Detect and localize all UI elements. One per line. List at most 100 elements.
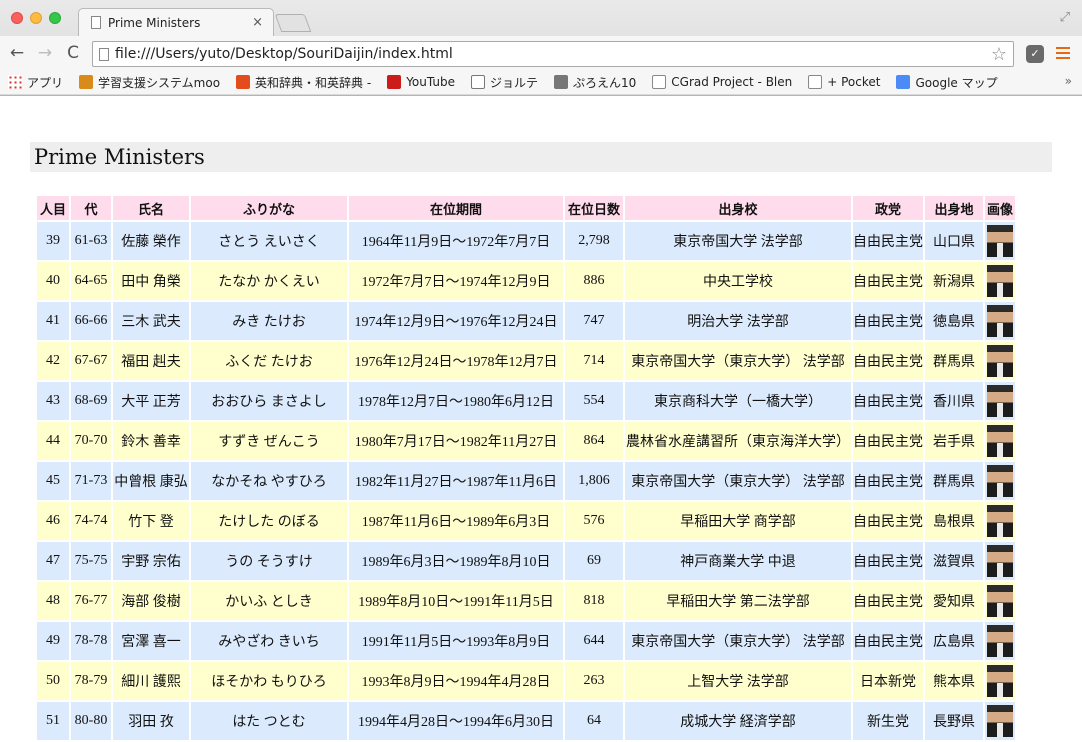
cell-party: 日本新党 [853,662,923,700]
apps-icon [8,75,22,89]
cell-days: 263 [565,662,623,700]
portrait-photo [987,625,1013,657]
cell-index: 48 [37,582,69,620]
cell-image [985,462,1015,500]
portrait-photo [987,585,1013,617]
cell-days: 886 [565,262,623,300]
cell-name: 三木 武夫 [113,302,189,340]
cell-index: 43 [37,382,69,420]
cell-birthplace: 香川県 [925,382,983,420]
header-col-school: 出身校 [625,196,851,220]
table-row: 49 78-78 宮澤 喜一 みやざわ きいち 1991年11月5日〜1993年8月9日… [37,622,1015,660]
table-row: 44 70-70 鈴木 善幸 すずき ぜんこう 1980年7月17日〜1982年11月2… [37,422,1015,460]
cell-image [985,702,1015,740]
minimize-window-button[interactable] [30,12,42,24]
tab-close-icon[interactable]: × [252,15,263,30]
cell-furigana: すずき ぜんこう [191,422,347,460]
cell-index: 47 [37,542,69,580]
forward-button[interactable]: → [34,43,56,63]
document-icon [652,75,667,89]
table-row: 46 74-74 竹下 登たけした のぼる 1987年11月6日〜1989年6月3日 5… [37,502,1015,540]
cell-school: 東京帝国大学（東京大学） 法学部 [625,462,851,500]
bookmark-item[interactable]: アプリ [8,74,63,91]
header-col-index: 人目 [37,196,69,220]
new-tab-button[interactable] [274,14,312,32]
table-row: 45 71-73 中曾根 康弘 なかそね やすひろ 1982年11月27日〜1987年1… [37,462,1015,500]
cell-term: 78-78 [71,622,111,660]
table-header-row: 人目代氏名 ふりがな 在位期間 在位日数 出身校 政党 出身地 画像 [37,196,1015,220]
moodle-icon [79,75,94,89]
cell-period: 1993年8月9日〜1994年4月28日 [349,662,563,700]
cell-birthplace: 長野県 [925,702,983,740]
portrait-photo [987,425,1013,457]
bookmark-label: CGrad Project - Blen [671,75,793,89]
bookmark-item[interactable]: CGrad Project - Blen [652,75,792,89]
header-col-furigana: ふりがな [191,196,347,220]
bookmarks-overflow-button[interactable]: » [1065,74,1072,88]
prime-ministers-table: 人目代氏名 ふりがな 在位期間 在位日数 出身校 政党 出身地 画像 39 61-63 佐藤 榮作… [35,194,1017,742]
cell-furigana: ほそかわ もりひろ [191,662,347,700]
cell-birthplace: 新潟県 [925,262,983,300]
header-col-birthplace: 出身地 [925,196,983,220]
cell-term: 71-73 [71,462,111,500]
cell-party: 自由民主党 [853,342,923,380]
cell-party: 新生党 [853,702,923,740]
tab-prime-ministers[interactable]: Prime Ministers × [78,8,274,36]
cell-party: 自由民主党 [853,422,923,460]
cell-term: 64-65 [71,262,111,300]
navigation-toolbar: ← → C file:///Users/yuto/Desktop/SouriDa… [0,36,1082,70]
cell-furigana: うの そうすけ [191,542,347,580]
bookmark-star-icon[interactable]: ☆ [991,44,1007,65]
cell-days: 864 [565,422,623,460]
cell-school: 成城大学 経済学部 [625,702,851,740]
cell-term: 80-80 [71,702,111,740]
bookmark-item[interactable]: Google マップ [896,74,998,91]
address-bar[interactable]: file:///Users/yuto/Desktop/SouriDaijin/i… [92,41,1014,67]
back-button[interactable]: ← [6,43,28,63]
reload-button[interactable]: C [62,43,84,63]
cell-image [985,622,1015,660]
bookmark-item[interactable]: + Pocket [808,75,880,89]
cell-period: 1972年7月7日〜1974年12月9日 [349,262,563,300]
cell-name: 福田 赳夫 [113,342,189,380]
cell-birthplace: 島根県 [925,502,983,540]
table-row: 51 80-80 羽田 孜はた つとむ 1994年4月28日〜1994年6月30日 64… [37,702,1015,740]
cell-school: 神戸商業大学 中退 [625,542,851,580]
bookmark-item[interactable]: ジョルテ [470,74,538,91]
cell-image [985,262,1015,300]
cell-term: 75-75 [71,542,111,580]
cell-term: 67-67 [71,342,111,380]
cell-party: 自由民主党 [853,502,923,540]
cell-birthplace: 熊本県 [925,662,983,700]
bookmark-item[interactable]: YouTube [387,75,455,89]
cell-days: 1,806 [565,462,623,500]
bookmark-item[interactable]: 英和辞典・和英辞典 - [236,74,371,91]
cell-days: 644 [565,622,623,660]
cell-party: 自由民主党 [853,302,923,340]
cell-name: 佐藤 榮作 [113,222,189,260]
fullscreen-icon[interactable]: ⤢ [1060,10,1070,25]
cell-school: 東京帝国大学 法学部 [625,222,851,260]
youtube-icon [387,75,402,89]
bookmarks-bar: アプリ 学習支援システムmoo 英和辞典・和英辞典 - YouTube ジョルテ ぷろえん… [0,70,1082,94]
url-text[interactable]: file:///Users/yuto/Desktop/SouriDaijin/i… [115,46,991,62]
cell-period: 1989年8月10日〜1991年11月5日 [349,582,563,620]
cell-index: 44 [37,422,69,460]
zoom-window-button[interactable] [49,12,61,24]
bookmark-label: 英和辞典・和英辞典 - [255,75,372,90]
browser-chrome: Prime Ministers × ⤢ ← → C file:///Users/… [0,0,1082,96]
cell-period: 1991年11月5日〜1993年8月9日 [349,622,563,660]
cell-term: 74-74 [71,502,111,540]
close-window-button[interactable] [11,12,23,24]
cell-term: 70-70 [71,422,111,460]
cell-school: 東京商科大学（一橋大学） [625,382,851,420]
cell-furigana: たけした のぼる [191,502,347,540]
header-col-term: 代 [71,196,111,220]
cell-furigana: たなか かくえい [191,262,347,300]
menu-icon[interactable] [1056,44,1070,62]
page-info-icon[interactable] [99,47,109,61]
portrait-photo [987,265,1013,297]
bookmark-item[interactable]: ぷろえん10 [554,74,636,91]
pocket-extension-icon[interactable]: ✓ [1026,45,1044,63]
bookmark-item[interactable]: 学習支援システムmoo [79,74,220,91]
